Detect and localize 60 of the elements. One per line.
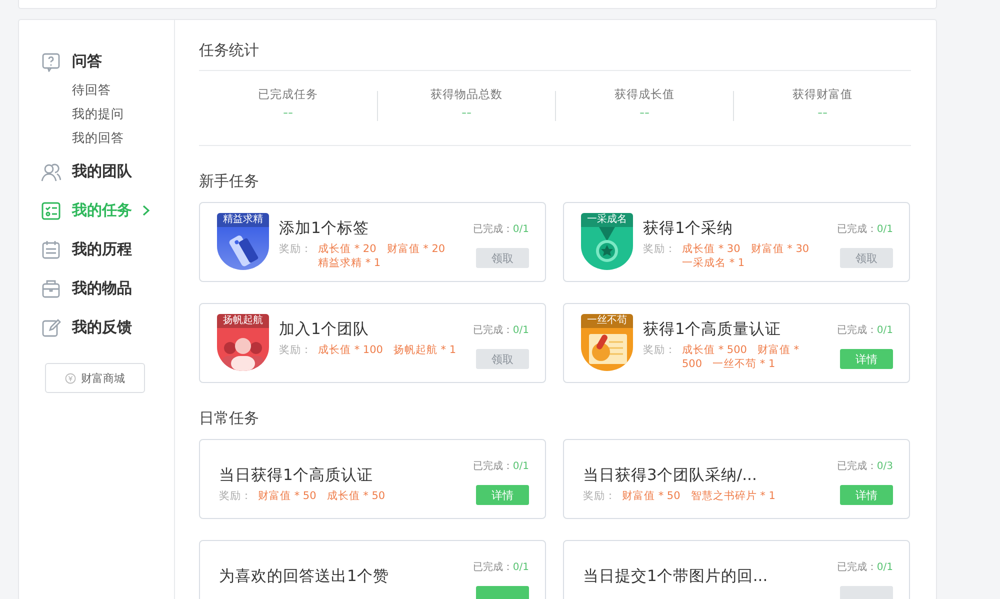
checklist-icon — [41, 200, 61, 220]
reward-list: 成长值 * 20 财富值 * 20 精益求精 * 1 — [318, 242, 457, 270]
sidebar-item[interactable]: 我的团队 — [19, 152, 174, 191]
reward-list: 财富值 * 50 智慧之书碎片 * 1 — [622, 489, 821, 503]
progress-text: 已完成：0/1 — [472, 222, 529, 236]
sidebar-item[interactable]: 问答 — [19, 42, 174, 81]
badge-icon: 精益求精 — [217, 213, 269, 270]
reward-label: 奖励： — [219, 489, 252, 503]
stat-label: 获得财富值 — [792, 87, 852, 102]
task-title: 添加1个标签 — [279, 218, 370, 239]
task-title: 当日获得3个团队采纳/... — [583, 465, 758, 486]
reward-list: 财富值 * 50 成长值 * 50 — [258, 489, 457, 503]
stat-label: 获得物品总数 — [430, 87, 502, 102]
progress-text: 已完成：0/3 — [836, 460, 893, 473]
sidebar-item[interactable]: 我的反馈 — [19, 308, 174, 347]
task-title: 当日提交1个带图片的回... — [583, 566, 769, 587]
people-icon — [41, 162, 61, 182]
stat-label: 已完成任务 — [258, 87, 318, 102]
sidebar-subitem[interactable]: 我的回答 — [72, 126, 174, 150]
task-title: 为喜欢的回答送出1个赞 — [219, 566, 390, 587]
progress-text: 已完成：0/1 — [472, 560, 529, 574]
reward-label: 奖励： — [279, 343, 312, 357]
sidebar-item[interactable]: 我的历程 — [19, 230, 174, 269]
task-title: 获得1个采纳 — [643, 218, 734, 239]
question-icon — [41, 52, 61, 72]
task-title: 获得1个高质量认证 — [643, 319, 782, 340]
sidebar-subitem[interactable]: 待回答 — [72, 78, 174, 102]
reward-label: 奖励： — [279, 242, 312, 257]
reward-list: 成长值 * 100 扬帆起航 * 1 — [318, 343, 457, 357]
section-title: 任务统计 — [199, 32, 911, 71]
badge-icon: 一采成名 — [581, 213, 633, 270]
section-title: 新手任务 — [199, 171, 260, 192]
sidebar-item[interactable]: 我的物品 — [19, 269, 174, 308]
progress-text: 已完成：0/1 — [836, 324, 893, 337]
task-title: 加入1个团队 — [279, 319, 370, 340]
reward-label: 奖励： — [583, 489, 616, 503]
sidebar-subitem[interactable]: 我的提问 — [72, 102, 174, 126]
badge-icon: 扬帆起航 — [217, 314, 269, 371]
task-title: 当日获得1个高质认证 — [219, 465, 374, 486]
shop-button[interactable]: 财富商城 — [45, 363, 145, 393]
stat-value: -- — [817, 105, 828, 121]
edit-icon — [41, 318, 61, 338]
reward-list: 成长值 * 30 财富值 * 30 一采成名 * 1 — [682, 242, 821, 270]
stat-label: 获得成长值 — [614, 87, 674, 102]
reward-label: 奖励： — [643, 343, 676, 358]
section-title: 日常任务 — [199, 408, 260, 429]
progress-text: 已完成：0/1 — [836, 222, 893, 236]
progress-text: 已完成：0/1 — [472, 324, 529, 337]
reward-list: 成长值 * 500 财富值 * 500 一丝不苟 * 1 — [682, 343, 821, 371]
badge-icon: 一丝不苟 — [581, 314, 633, 371]
progress-text: 已完成：0/1 — [836, 560, 893, 574]
stat-value: -- — [639, 105, 650, 121]
box-icon — [41, 278, 61, 298]
reward-label: 奖励： — [643, 242, 676, 257]
coin-icon — [65, 372, 76, 384]
chevron-icon — [142, 205, 150, 216]
calendar-icon — [41, 240, 61, 260]
stat-value: -- — [282, 105, 294, 121]
stat-value: -- — [461, 105, 472, 121]
progress-text: 已完成：0/1 — [472, 460, 529, 473]
